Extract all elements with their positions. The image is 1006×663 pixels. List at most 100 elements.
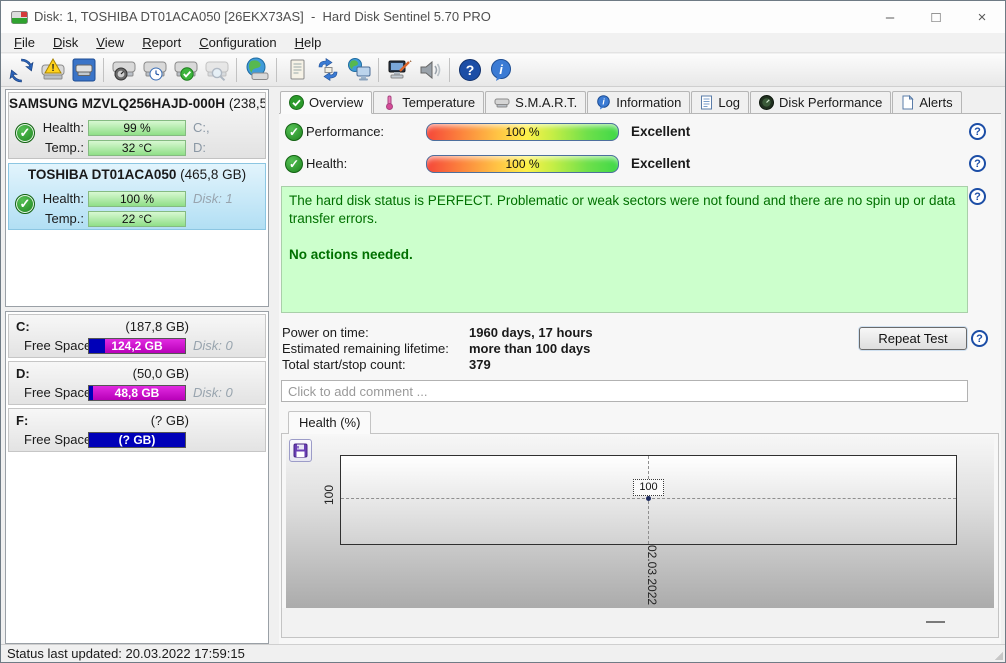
tab-overview[interactable]: Overview [280, 91, 372, 114]
disk-size: (465,8 GB) [180, 167, 246, 182]
partition-item-f[interactable]: F: (? GB) Free Space (? GB) [8, 408, 266, 452]
menu-configuration[interactable]: Configuration [190, 33, 285, 52]
tab-information[interactable]: i Information [587, 91, 690, 113]
partition-item-d[interactable]: D: (50,0 GB) Free Space 48,8 GB Disk: 0 [8, 361, 266, 405]
comment-input[interactable] [281, 380, 968, 402]
start-stop-count-label: Total start/stop count: [282, 357, 406, 372]
health-bar: 100 % [426, 155, 619, 173]
drive-letter-top: C:, [193, 120, 210, 135]
power-on-time-value: 1960 days, 17 hours [469, 325, 593, 340]
floppy-save-icon [293, 443, 308, 458]
minimize-button[interactable]: – [867, 1, 913, 33]
alerts-page-icon [901, 95, 914, 110]
health-row: ✓ Health: 100 % Excellent ? [279, 155, 1001, 175]
tab-label: S.M.A.R.T. [515, 95, 577, 110]
menu-report[interactable]: Report [133, 33, 190, 52]
performance-label: Performance: [306, 124, 384, 139]
tab-disk-performance[interactable]: Disk Performance [750, 91, 891, 113]
disk-search-icon[interactable] [201, 56, 232, 85]
chart-range-handle[interactable] [926, 621, 945, 623]
window-title: Disk: 1, TOSHIBA DT01ACA050 [26EKX73AS] … [34, 1, 491, 33]
free-space-bar: 48,8 GB [88, 385, 186, 401]
health-rating: Excellent [631, 156, 690, 171]
svg-text:?: ? [465, 62, 474, 78]
overview-panel: ✓ Performance: 100 % Excellent ? ✓ Healt… [279, 114, 1001, 644]
disk-list-panel: SAMSUNG MZVLQ256HAJD-000H (238,5 GB) ✓ H… [5, 89, 269, 307]
status-text: The hard disk status is PERFECT. Problem… [289, 192, 960, 228]
status-bar: Status last updated: 20.03.2022 17:59:15 [1, 644, 1005, 662]
refresh-icon[interactable] [6, 56, 37, 85]
disk-gauge-icon[interactable] [108, 56, 139, 85]
toolbar-separator [276, 58, 277, 82]
desktop-edit-icon[interactable] [383, 56, 414, 85]
free-space-bar: (? GB) [88, 432, 186, 448]
partition-size: (50,0 GB) [133, 366, 189, 381]
tab-smart[interactable]: S.M.A.R.T. [485, 91, 586, 113]
health-chart-panel: 100 100 02.03.2022 [281, 433, 999, 638]
resize-grip[interactable] [995, 652, 1003, 660]
disk-item-samsung[interactable]: SAMSUNG MZVLQ256HAJD-000H (238,5 GB) ✓ H… [8, 92, 266, 159]
globe-disk-icon[interactable] [241, 56, 272, 85]
disk-name: SAMSUNG MZVLQ256HAJD-000H [9, 96, 225, 111]
toolbar-separator [378, 58, 379, 82]
health-label: Health: [27, 120, 84, 135]
disk-alert-icon[interactable]: ! [37, 56, 68, 85]
report-document-icon[interactable] [281, 56, 312, 85]
drive-letter-bottom: D: [193, 140, 206, 155]
partition-size: (187,8 GB) [125, 319, 189, 334]
toolbar-separator [103, 58, 104, 82]
status-last-updated: Status last updated: 20.03.2022 17:59:15 [7, 646, 245, 661]
menu-file[interactable]: File [5, 33, 44, 52]
health-bar: 99 % [88, 120, 186, 136]
menu-disk[interactable]: Disk [44, 33, 87, 52]
disk-name: TOSHIBA DT01ACA050 [28, 167, 177, 182]
maximize-button[interactable]: □ [913, 1, 959, 33]
help-icon[interactable]: ? [454, 56, 485, 85]
free-space-label: Free Space [24, 432, 91, 447]
temp-label: Temp.: [27, 140, 84, 155]
information-icon[interactable]: i [485, 56, 516, 85]
chart-data-point [646, 496, 651, 501]
menu-view[interactable]: View [87, 33, 133, 52]
chart-x-tick: 02.03.2022 [645, 545, 659, 617]
disk-item-toshiba-selected[interactable]: TOSHIBA DT01ACA050 (465,8 GB) ✓ Health: … [8, 163, 266, 230]
tab-alerts[interactable]: Alerts [892, 91, 961, 113]
help-icon[interactable]: ? [969, 123, 986, 140]
help-icon[interactable]: ? [969, 155, 986, 172]
save-chart-button[interactable] [289, 439, 312, 462]
help-icon[interactable]: ? [969, 188, 986, 205]
close-button[interactable]: × [959, 1, 1005, 33]
free-space-value: 48,8 GB [89, 386, 185, 400]
performance-bar: 100 % [426, 123, 619, 141]
sync-arrows-icon[interactable] [312, 56, 343, 85]
tab-label: Temperature [402, 95, 475, 110]
app-logo-icon[interactable] [11, 9, 28, 26]
tab-label: Log [718, 95, 740, 110]
disk-accept-icon[interactable] [170, 56, 201, 85]
partition-letter: F: [16, 413, 28, 428]
performance-row: ✓ Performance: 100 % Excellent ? [279, 123, 1001, 143]
disk-title: TOSHIBA DT01ACA050 (465,8 GB) [9, 167, 265, 182]
performance-gauge-icon [759, 95, 774, 110]
menu-bar: File Disk View Report Configuration Help [1, 33, 1005, 53]
menu-help[interactable]: Help [286, 33, 331, 52]
repeat-test-button[interactable]: Repeat Test [859, 327, 967, 350]
hard-disk-sentinel-window: Disk: 1, TOSHIBA DT01ACA050 [26EKX73AS] … [0, 0, 1006, 663]
health-label: Health: [27, 191, 84, 206]
disk-clock-icon[interactable] [139, 56, 170, 85]
sound-icon[interactable] [414, 56, 445, 85]
power-on-time-label: Power on time: [282, 325, 369, 340]
tab-temperature[interactable]: Temperature [373, 91, 484, 113]
health-chart-tab[interactable]: Health (%) [288, 411, 371, 434]
remote-computer-icon[interactable] [343, 56, 374, 85]
partition-disk-number: Disk: 0 [193, 338, 233, 353]
health-label: Health: [306, 156, 347, 171]
tab-log[interactable]: Log [691, 91, 749, 113]
partition-item-c[interactable]: C: (187,8 GB) Free Space 124,2 GB Disk: … [8, 314, 266, 358]
disk-panel-icon[interactable] [68, 56, 99, 85]
help-icon[interactable]: ? [971, 330, 988, 347]
partition-disk-number: Disk: 0 [193, 385, 233, 400]
chart-plot-area: 100 [340, 455, 957, 545]
health-history-chart: 100 100 02.03.2022 [286, 436, 994, 608]
disk-number: Disk: 1 [193, 191, 233, 206]
